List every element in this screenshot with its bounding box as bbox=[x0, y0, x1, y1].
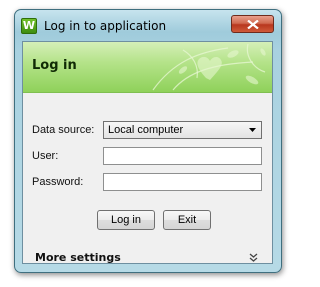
user-input[interactable] bbox=[103, 147, 262, 165]
title-bar[interactable]: W Log in to application bbox=[15, 10, 281, 40]
password-input[interactable] bbox=[103, 173, 262, 191]
password-label: Password: bbox=[32, 176, 84, 188]
client-area: Log in Data source: Local computer User:… bbox=[22, 41, 273, 264]
more-settings-toggle[interactable]: More settings bbox=[35, 251, 121, 263]
data-source-label: Data source: bbox=[32, 124, 95, 136]
chevron-down-icon bbox=[249, 128, 256, 132]
login-button[interactable]: Log in bbox=[97, 210, 155, 230]
app-w-icon: W bbox=[21, 18, 37, 34]
login-window: W Log in to application Log in Data sour… bbox=[14, 9, 282, 273]
header-banner: Log in bbox=[23, 42, 272, 93]
double-chevron-down-icon[interactable] bbox=[249, 253, 258, 262]
close-icon bbox=[247, 20, 259, 29]
window-title: Log in to application bbox=[44, 19, 167, 33]
data-source-value: Local computer bbox=[108, 124, 184, 136]
user-label: User: bbox=[32, 150, 59, 162]
exit-button[interactable]: Exit bbox=[163, 210, 211, 230]
data-source-select[interactable]: Local computer bbox=[103, 121, 262, 139]
page-title: Log in bbox=[32, 58, 77, 73]
close-button[interactable] bbox=[231, 15, 274, 33]
